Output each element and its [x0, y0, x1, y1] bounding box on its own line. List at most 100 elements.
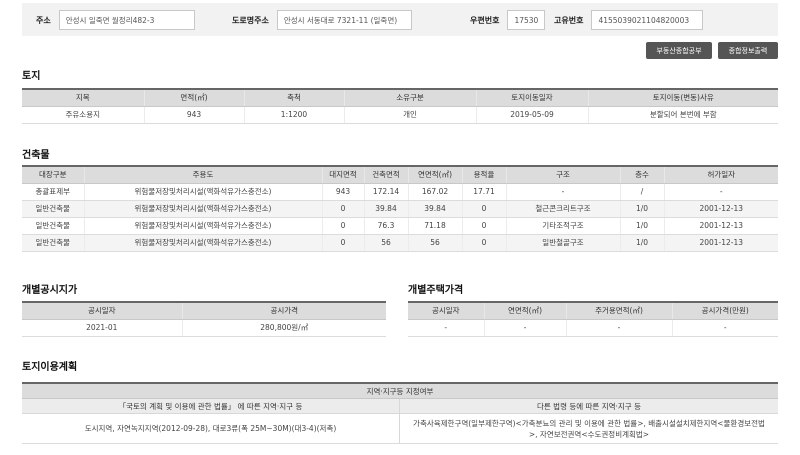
table-row: 일반건축물 위험물저장및처리시설(액화석유가스충전소) 0 56 56 0 일반… [22, 234, 778, 252]
building-cell: 위험물저장및처리시설(액화석유가스충전소) [84, 217, 323, 235]
building-section-title: 건축물 [22, 150, 50, 161]
realestate-record-button[interactable]: 부동산종합공부 [646, 42, 712, 59]
building-cell: 0 [322, 217, 365, 235]
unique-id-field[interactable]: 4155039021104820003 [591, 10, 704, 30]
table-row: 일반건축물 위험물저장및처리시설(액화석유가스충전소) 0 39.84 39.8… [22, 200, 778, 218]
building-cell: 0 [462, 217, 507, 235]
building-col-header: 주용도 [84, 166, 323, 184]
land-use-section-title: 토지이용계획 [22, 362, 78, 373]
building-cell: 39.84 [408, 200, 463, 218]
building-col-header: 대장구분 [22, 166, 85, 184]
road-address-field[interactable]: 안성시 서동대로 7321-11 (일죽면) [276, 10, 412, 30]
building-cell: 일반건축물 [22, 217, 85, 235]
building-cell: 0 [462, 234, 507, 252]
land-cell: 분할되어 본번에 부함 [588, 106, 778, 124]
building-col-header: 연면적(㎡) [408, 166, 463, 184]
house-price-cell: - [408, 319, 485, 337]
house-price-col-header: 공시일자 [408, 302, 485, 320]
unique-id-group: 고유번호 4155039021104820003 [554, 10, 704, 30]
building-cell: 2001-12-13 [664, 200, 778, 218]
building-cell: 0 [322, 200, 365, 218]
building-cell: 56 [408, 234, 463, 252]
land-cell: 개인 [344, 106, 477, 124]
table-row: 총괄표제부 위험물저장및처리시설(액화석유가스충전소) 943 172.14 1… [22, 183, 778, 201]
building-cell: 1/0 [620, 200, 665, 218]
land-price-col-header: 공시일자 [22, 302, 183, 320]
building-cell: 1/0 [620, 234, 665, 252]
land-col-header: 토지이동일자 [476, 89, 589, 107]
building-cell: 17.71 [462, 183, 507, 201]
land-table: 지목 면적(㎡) 축척 소유구분 토지이동일자 토지이동(변동)사유 주유소용지… [22, 88, 778, 124]
building-cell: 1/0 [620, 217, 665, 235]
land-col-header: 토지이동(변동)사유 [588, 89, 778, 107]
building-col-header: 층수 [620, 166, 665, 184]
building-cell: 철근콘크리트구조 [506, 200, 621, 218]
land-price-section-title: 개별공시지가 [22, 285, 78, 296]
land-col-header: 지목 [22, 89, 145, 107]
house-price-col-header: 주거용면적(㎡) [566, 302, 673, 320]
land-section-title: 토지 [22, 71, 41, 82]
road-address-group: 도로명주소 안성시 서동대로 7321-11 (일죽면) [232, 10, 412, 30]
zipcode-label: 우편번호 [470, 15, 500, 25]
land-use-left-value: 도시지역, 자연녹지지역(2012-09-28), 대로3류(폭 25M~30M… [22, 414, 400, 444]
house-price-cell: - [566, 319, 673, 337]
land-price-col-header: 공시가격 [182, 302, 386, 320]
land-cell: 1:1200 [244, 106, 345, 124]
building-col-header: 용적율 [462, 166, 507, 184]
land-use-right-value: 가축사육제한구역(일부제한구역)<가축분뇨의 관리 및 이용에 관한 법률>, … [400, 414, 778, 444]
land-price-table: 공시일자 공시가격 2021-01 280,800원/㎡ [22, 301, 386, 337]
zipcode-group: 우편번호 17530 [470, 10, 546, 30]
building-col-header: 구조 [506, 166, 621, 184]
building-table: 대장구분 주용도 대지면적 건축면적 연면적(㎡) 용적율 구조 층수 허가일자… [22, 165, 778, 252]
house-price-col-header: 연면적(㎡) [484, 302, 567, 320]
land-use-table: 지역·지구등 지정여부 「국토의 계획 및 이용에 관한 법률」 에 따른 지역… [22, 382, 778, 444]
building-cell: 위험물저장및처리시설(액화석유가스충전소) [84, 200, 323, 218]
land-use-body-row: 도시지역, 자연녹지지역(2012-09-28), 대로3류(폭 25M~30M… [22, 414, 778, 444]
address-bar: 주소 안성시 일죽면 월정리482-3 도로명주소 안성시 서동대로 7321-… [22, 3, 778, 36]
land-cell: 2019-05-09 [476, 106, 589, 124]
land-use-subheader-row: 「국토의 계획 및 이용에 관한 법률」 에 따른 지역·지구 등 다른 법령 … [22, 399, 778, 414]
house-price-section-title: 개별주택가격 [408, 285, 464, 296]
building-cell: 56 [364, 234, 409, 252]
land-use-left-header: 「국토의 계획 및 이용에 관한 법률」 에 따른 지역·지구 등 [22, 399, 400, 414]
building-cell: 39.84 [364, 200, 409, 218]
table-row: - - - - [408, 319, 778, 337]
road-address-label: 도로명주소 [232, 15, 269, 25]
building-cell: 위험물저장및처리시설(액화석유가스충전소) [84, 234, 323, 252]
building-cell: 167.02 [408, 183, 463, 201]
house-price-cell: - [672, 319, 778, 337]
unique-id-label: 고유번호 [554, 15, 584, 25]
land-price-cell: 280,800원/㎡ [182, 319, 386, 337]
building-cell: 71.18 [408, 217, 463, 235]
land-col-header: 소유구분 [344, 89, 477, 107]
building-col-header: 건축면적 [364, 166, 409, 184]
house-price-cell: - [484, 319, 567, 337]
building-cell: 2001-12-13 [664, 217, 778, 235]
table-row: 주유소용지 943 1:1200 개인 2019-05-09 분할되어 본번에 … [22, 106, 778, 124]
building-cell: 2001-12-13 [664, 234, 778, 252]
land-col-header: 면적(㎡) [144, 89, 245, 107]
house-price-col-header: 공시가격(만원) [672, 302, 778, 320]
building-cell: 총괄표제부 [22, 183, 85, 201]
table-row: 2021-01 280,800원/㎡ [22, 319, 386, 337]
building-cell: 일반건축물 [22, 200, 85, 218]
land-cell: 주유소용지 [22, 106, 145, 124]
address-group: 주소 안성시 일죽면 월정리482-3 [36, 10, 195, 30]
building-cell: 0 [322, 234, 365, 252]
building-cell: 일반건축물 [22, 234, 85, 252]
table-row: 일반건축물 위험물저장및처리시설(액화석유가스충전소) 0 76.3 71.18… [22, 217, 778, 235]
building-cell: 76.3 [364, 217, 409, 235]
building-cell: 일반철골구조 [506, 234, 621, 252]
building-col-header: 대지면적 [322, 166, 365, 184]
zipcode-field[interactable]: 17530 [507, 10, 546, 30]
building-cell: 0 [462, 200, 507, 218]
building-cell: 943 [322, 183, 365, 201]
land-col-header: 축척 [244, 89, 345, 107]
building-cell: / [620, 183, 665, 201]
building-cell: 기타조적구조 [506, 217, 621, 235]
building-cell: - [506, 183, 621, 201]
print-info-button[interactable]: 종합정보출력 [718, 42, 778, 59]
address-field[interactable]: 안성시 일죽면 월정리482-3 [58, 10, 195, 30]
land-price-cell: 2021-01 [22, 319, 183, 337]
land-use-header: 지역·지구등 지정여부 [22, 384, 778, 399]
